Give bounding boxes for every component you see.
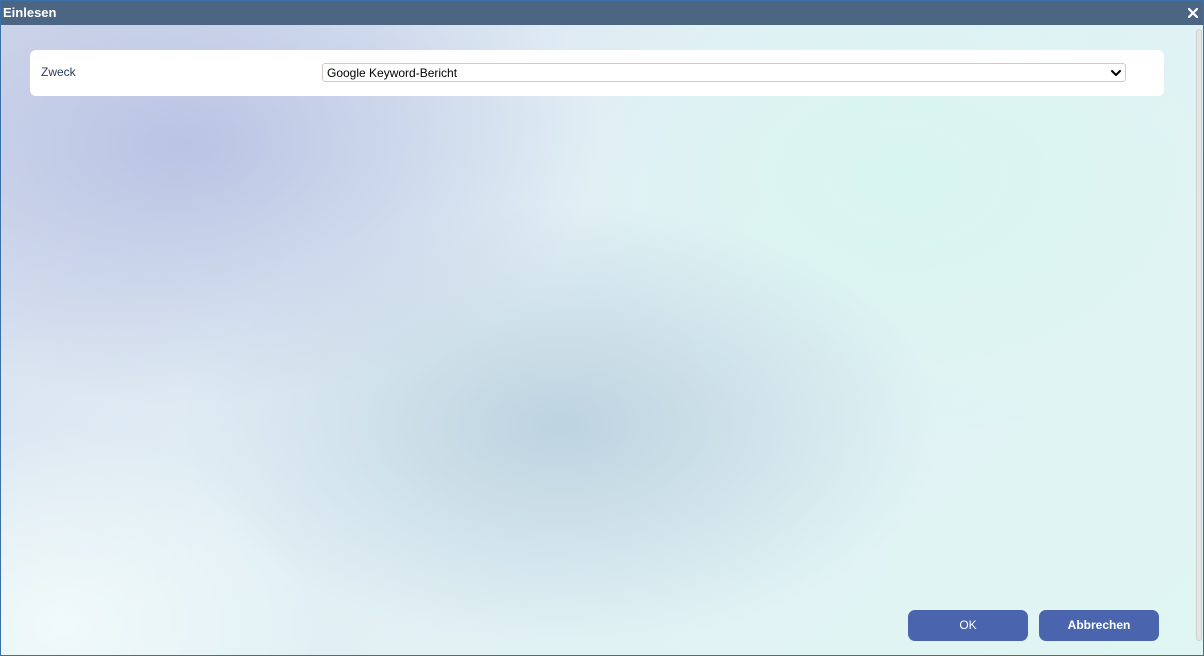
vertical-scrollbar[interactable] bbox=[1196, 29, 1202, 641]
dialog-title: Einlesen bbox=[3, 5, 57, 20]
ok-button[interactable]: OK bbox=[908, 610, 1028, 641]
close-icon-glyph bbox=[1187, 7, 1199, 19]
chevron-down-icon bbox=[1111, 70, 1121, 76]
purpose-label: Zweck bbox=[41, 65, 76, 79]
import-dialog: Einlesen Zweck Google Keyword-Bericht OK… bbox=[0, 0, 1204, 656]
dialog-titlebar: Einlesen bbox=[1, 1, 1203, 25]
purpose-select-value: Google Keyword-Bericht bbox=[327, 66, 458, 80]
purpose-select[interactable]: Google Keyword-Bericht bbox=[322, 63, 1126, 82]
close-icon[interactable] bbox=[1186, 5, 1200, 21]
cancel-button[interactable]: Abbrechen bbox=[1039, 610, 1159, 641]
dialog-body: Zweck Google Keyword-Bericht bbox=[1, 25, 1203, 655]
form-card: Zweck Google Keyword-Bericht bbox=[30, 50, 1164, 96]
